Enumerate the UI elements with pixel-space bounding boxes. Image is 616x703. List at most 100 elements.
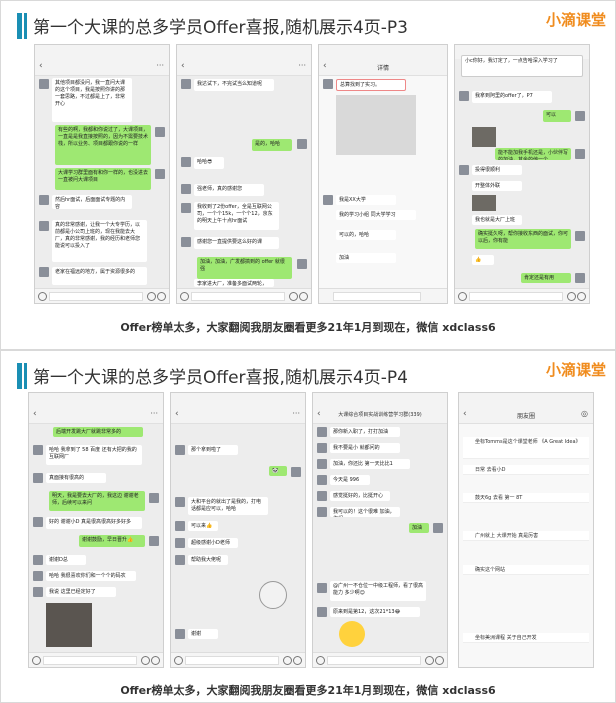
chat-bubble: 真的非常感谢，让我一个大专学历，以前都是小公司上班的，现在我能去大厂，真的非常感…: [52, 220, 147, 262]
chat-bubble: 我拿到阿里的offer了，P7: [472, 91, 552, 103]
chat-bubble: @广州一不仓位一中级工程师，看了很高能力 多少啊😉: [330, 581, 426, 601]
moment-post: 广州就上 大课开始 真是厉害: [463, 531, 589, 541]
more-icon[interactable]: ···: [292, 409, 300, 418]
avatar: [323, 195, 333, 205]
chat-screenshot-2: ‹ ··· 我达试下，不完试当么知道呢 是的，哈哈 哈哈😎 强老师，真的感谢您 我…: [176, 44, 312, 304]
laughing-emoji-sticker: [339, 621, 365, 647]
camera-icon[interactable]: ◎: [581, 409, 588, 418]
chat-bubble: 谢谢鼓励，早日晋升👍: [79, 535, 145, 547]
comment-input[interactable]: [333, 292, 421, 301]
status-bar: [177, 45, 311, 59]
chat-bubble: 超级感谢小D老师: [188, 538, 238, 548]
chat-bubble: 帮助我大佬呢: [188, 555, 228, 565]
plus-icon[interactable]: [151, 656, 160, 665]
back-icon[interactable]: ‹: [181, 61, 185, 71]
more-icon[interactable]: ···: [298, 61, 306, 70]
back-icon[interactable]: ‹: [175, 409, 179, 419]
chat-bubble: 原来到是第12，这次21*13😂: [330, 607, 420, 617]
group-title: 大课综合项目实战训练营学习群(339): [338, 412, 422, 418]
plus-icon[interactable]: [293, 656, 302, 665]
chat-bubble: 我收到了2份offer，全是互联网公司，一个个15k，一个个12，京东的明天上午…: [194, 202, 279, 230]
more-icon[interactable]: ···: [156, 61, 164, 70]
emoji-icon[interactable]: [283, 656, 292, 665]
chat-screenshot-1: ‹ ··· 其他项目都没问，我一直问大课的这个项目，我是按照你讲的那一套思路，不过…: [34, 44, 170, 304]
title-accent-bar-thin: [24, 363, 27, 389]
post-image: [336, 95, 416, 155]
slide-p4: 第一个大课的总多学员Offer喜报,随机展示4页-P4 小滴课堂 ‹ ··· 后端…: [0, 350, 616, 703]
voice-icon[interactable]: [458, 292, 467, 301]
slide-title: 第一个大课的总多学员Offer喜报,随机展示4页-P4: [33, 368, 408, 388]
message-input[interactable]: [185, 656, 279, 665]
avatar: [433, 523, 443, 533]
emoji-icon[interactable]: [425, 656, 434, 665]
chat-bubble: 然后hr面试，后面面试专题的内容: [52, 195, 132, 209]
avatar: [317, 491, 327, 501]
avatar: [33, 445, 43, 455]
plus-icon[interactable]: [577, 292, 586, 301]
message-input[interactable]: [469, 292, 563, 301]
message-input[interactable]: [327, 656, 421, 665]
voice-icon[interactable]: [174, 656, 183, 665]
voice-icon[interactable]: [316, 656, 325, 665]
emoji-icon[interactable]: [289, 292, 298, 301]
plus-icon[interactable]: [435, 656, 444, 665]
notification-card: 小c你好，我订定了，一点告哈深入学习了: [461, 55, 583, 77]
moment-post: 日常 去看小D: [463, 465, 589, 475]
shared-image: [472, 127, 496, 147]
chat-bubble: 感觉挺好的，比挺开心: [330, 491, 390, 501]
title-accent-bar-thin: [24, 13, 27, 39]
chat-bubble: 强老师，真的感谢您: [194, 184, 264, 196]
chat-bubble: 好的 谢谢小D 真是很高很高好多好多: [46, 517, 142, 529]
brand-logo-text: 小滴课堂: [545, 361, 606, 379]
message-input[interactable]: [191, 292, 285, 301]
emoji-icon[interactable]: [147, 292, 156, 301]
chat-bubble: 我说 这里已经定好了: [46, 587, 116, 597]
avatar: [39, 195, 49, 205]
avatar: [317, 475, 327, 485]
nav-title: 朋友圈: [516, 413, 535, 420]
avatar: [39, 79, 49, 89]
chat-bubble: 我不要是小 就都问的: [330, 443, 400, 453]
plus-icon[interactable]: [299, 292, 308, 301]
avatar: [155, 169, 165, 179]
group-chat-screenshot-7: ‹ 大课综合项目实战训练营学习群(339) 那你新入职了，打打加油 我不要是小 就…: [312, 392, 448, 668]
status-bar: [313, 393, 447, 407]
status-bar: [459, 393, 593, 407]
plus-icon[interactable]: [157, 292, 166, 301]
avatar: [33, 571, 43, 581]
avatar: [181, 237, 191, 247]
comment: 我是XX大学: [336, 195, 396, 205]
voice-icon[interactable]: [32, 656, 41, 665]
chat-bubble: 哈哈 我很喜欢你们和一个个的码农: [46, 571, 136, 581]
avatar: [181, 203, 191, 213]
moment-post: 鼓天6g 去看 第一 8T: [463, 493, 589, 503]
message-input[interactable]: [43, 656, 137, 665]
more-icon[interactable]: ···: [150, 409, 158, 418]
emoji-icon[interactable]: [141, 656, 150, 665]
back-icon[interactable]: ‹: [39, 61, 43, 71]
avatar: [149, 536, 159, 546]
chat-screenshot-6: ‹ ··· 那个拿到啦了 🐼 大和平台的就出了是我的，打电话都是应可以，哈哈 可以…: [170, 392, 306, 668]
moments-screenshot-8: ‹ 朋友圈 ◎ 坐标Tomms是这个课堂老师 《A Great Idea》 日常 去…: [458, 392, 594, 668]
chat-bubble: 李家进大厂，准备多面试两轮，相信你的！: [194, 279, 274, 287]
avatar: [175, 538, 185, 548]
back-icon[interactable]: ‹: [33, 409, 37, 419]
comment: 可以的，哈哈: [336, 230, 396, 240]
voice-icon[interactable]: [38, 292, 47, 301]
avatar: [33, 555, 43, 565]
chat-bubble: 谢谢: [188, 629, 218, 639]
avatar: [149, 493, 159, 503]
avatar: [575, 231, 585, 241]
slide-caption: Offer榜单太多，大家翻阅我朋友圈看更多21年1月到现在，微信 xdclass…: [120, 684, 496, 697]
avatar: [459, 165, 469, 175]
avatar: [323, 79, 333, 89]
message-input[interactable]: [49, 292, 143, 301]
status-bar: [171, 393, 305, 407]
voice-icon[interactable]: [180, 292, 189, 301]
chat-bubble: 后端开发跳大厂就跳非常多的: [53, 427, 143, 437]
emoji-icon[interactable]: [567, 292, 576, 301]
chat-bubble: 我也就是大厂上班: [472, 215, 522, 225]
status-bar: [319, 45, 447, 59]
avatar: [317, 443, 327, 453]
chat-navbar: ‹ 大课综合项目实战训练营学习群(339): [313, 407, 447, 424]
